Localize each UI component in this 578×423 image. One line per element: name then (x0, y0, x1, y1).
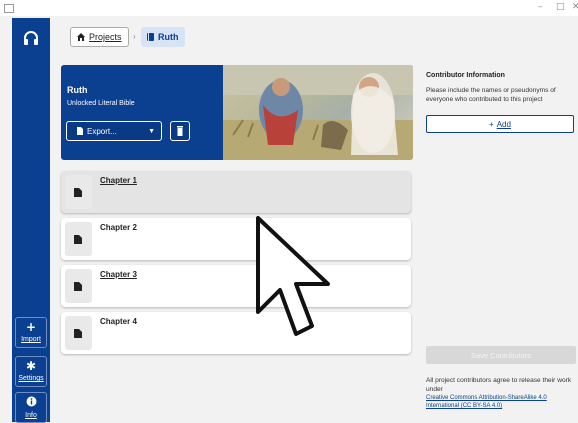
file-icon (74, 188, 82, 197)
breadcrumb-separator: › (133, 32, 136, 41)
main-content: Projects › Ruth Ruth Unlocked Literal Bi… (50, 16, 578, 422)
chapter-thumbnail (65, 222, 92, 256)
info-icon (16, 396, 46, 409)
chapter-thumbnail (65, 175, 92, 209)
plus-icon: + (25, 320, 37, 334)
license-link[interactable]: Creative Commons Attribution-ShareAlike … (426, 394, 578, 402)
home-icon (77, 33, 85, 41)
export-dropdown-button[interactable]: Export... ▼ (66, 121, 162, 141)
window-titlebar: – □ ✕ (0, 0, 578, 16)
chapter-4-label[interactable]: Chapter 4 (100, 317, 137, 326)
import-label: Import (21, 336, 41, 343)
project-banner-image (223, 65, 413, 160)
sidebar: + Import ✱ Settings Info (12, 18, 50, 423)
app-window-icon (4, 4, 14, 13)
chevron-down-icon: ▼ (148, 128, 155, 135)
delete-project-button[interactable] (170, 121, 190, 141)
chapter-thumbnail (65, 316, 92, 350)
info-button[interactable]: Info (15, 392, 47, 423)
maximize-button[interactable]: □ (556, 2, 565, 12)
settings-label: Settings (18, 375, 44, 382)
breadcrumb-current: Ruth (141, 27, 185, 47)
book-icon (147, 33, 154, 41)
gear-icon: ✱ (25, 359, 37, 373)
minimize-button[interactable]: – (538, 2, 543, 12)
chapter-4-card[interactable]: Chapter 4 (61, 312, 411, 354)
contributor-heading: Contributor Information (426, 72, 505, 79)
file-icon (74, 329, 82, 338)
add-contributor-button[interactable]: + Add (426, 115, 574, 133)
file-export-icon (77, 127, 83, 135)
export-label: Export... (87, 126, 117, 136)
breadcrumb-current-label: Ruth (158, 32, 179, 42)
chapter-1-card[interactable]: Chapter 1 (61, 171, 411, 213)
license-notice: All project contributors agree to releas… (426, 376, 578, 410)
import-button[interactable]: + Import (15, 317, 47, 348)
project-header-card: Ruth Unlocked Literal Bible Export... ▼ (61, 65, 413, 160)
chapter-1-label[interactable]: Chapter 1 (100, 176, 137, 185)
close-window-button[interactable]: ✕ (572, 2, 578, 12)
chapter-2-card[interactable]: Chapter 2 (61, 218, 411, 260)
settings-button[interactable]: ✱ Settings (15, 356, 47, 387)
chapter-2-label[interactable]: Chapter 2 (100, 223, 137, 232)
file-icon (74, 282, 82, 291)
trash-icon (177, 126, 183, 136)
license-text: All project contributors agree to releas… (426, 377, 572, 393)
add-contributor-label: Add (496, 119, 511, 129)
save-contributors-button[interactable]: Save Contributors (426, 346, 576, 364)
breadcrumb-projects[interactable]: Projects (70, 27, 129, 47)
mouse-pointer-icon (256, 216, 336, 348)
breadcrumb-projects-label: Projects (89, 32, 122, 42)
file-icon (74, 235, 82, 244)
info-label: Info (25, 412, 37, 419)
project-subtitle: Unlocked Literal Bible (67, 100, 135, 107)
headphones-icon[interactable] (21, 28, 41, 48)
plus-icon: + (489, 119, 494, 129)
license-link-continued[interactable]: International (CC BY-SA 4.0) (426, 402, 578, 410)
contributor-description: Please include the names or pseudonyms o… (426, 87, 556, 103)
chapter-3-card[interactable]: Chapter 3 (61, 265, 411, 307)
chapter-3-label[interactable]: Chapter 3 (100, 270, 137, 279)
project-title: Ruth (67, 85, 88, 95)
chapter-thumbnail (65, 269, 92, 303)
